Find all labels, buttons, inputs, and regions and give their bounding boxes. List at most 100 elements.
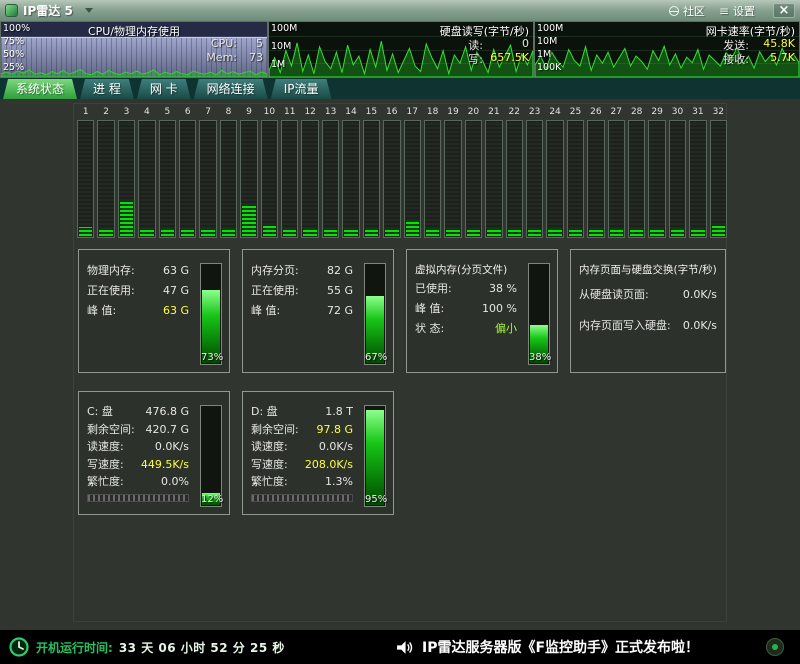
stat-value: 5.7K xyxy=(749,51,795,67)
close-button[interactable]: × xyxy=(773,3,795,18)
disk-write-readout: 写: 657.5K xyxy=(468,51,529,67)
cpu-core-10: 10 xyxy=(261,107,278,238)
busy-meter xyxy=(251,494,353,502)
tab-nic[interactable]: 网 卡 xyxy=(137,79,191,99)
core-number: 21 xyxy=(488,107,499,120)
core-usage-bar xyxy=(485,120,502,238)
cpu-core-29: 29 xyxy=(648,107,665,238)
stat-row: 剩余空间:97.8 G xyxy=(251,421,353,439)
stat-row: 内存页面写入硬盘:0.0K/s xyxy=(579,310,717,341)
statusbar-right-icon[interactable] xyxy=(766,638,784,656)
core-usage-fill xyxy=(79,227,92,236)
panel-rows: D: 盘1.8 T剩余空间:97.8 G读速度:0.0K/s写速度:208.0K… xyxy=(251,403,353,502)
stat-value: 0.0K/s xyxy=(683,279,717,310)
stat-value: 0.0K/s xyxy=(319,438,353,456)
uptime-readout: 开机运行时间: 33 天 06 小时 52 分 25 秒 xyxy=(8,630,285,664)
core-number: 8 xyxy=(226,107,232,120)
core-usage-fill xyxy=(610,228,623,236)
physical-memory-panel: 物理内存:63 G正在使用:47 G峰 值:63 G73% xyxy=(78,249,230,373)
stat-row: 物理内存:63 G xyxy=(87,261,189,281)
cpu-core-25: 25 xyxy=(567,107,584,238)
stat-label: 峰 值: xyxy=(87,301,116,321)
stat-label: Mem: xyxy=(206,51,237,64)
core-number: 17 xyxy=(406,107,417,120)
stat-label: 接收: xyxy=(723,51,749,67)
virtual-memory-panel: 虚拟内存(分页文件)已使用:38 %峰 值:100 %状 态:偏小38% xyxy=(406,249,558,373)
core-number: 3 xyxy=(124,107,130,120)
core-usage-fill xyxy=(508,229,521,236)
scale-label: 75% xyxy=(3,36,24,47)
cpu-usage-readout: CPU: 5 xyxy=(211,37,263,50)
core-usage-fill xyxy=(712,226,725,236)
core-number: 19 xyxy=(447,107,458,120)
tab-ip-traffic[interactable]: IP流量 xyxy=(271,79,332,99)
core-usage-fill xyxy=(324,229,337,236)
core-number: 11 xyxy=(284,107,295,120)
cpu-core-bars: 1234567891011121314151617181920212223242… xyxy=(77,107,727,238)
core-number: 7 xyxy=(205,107,211,120)
core-usage-bar xyxy=(301,120,318,238)
stat-value: 偏小 xyxy=(495,319,517,339)
cpu-core-21: 21 xyxy=(485,107,502,238)
speaker-icon xyxy=(396,639,413,656)
core-usage-bar xyxy=(199,120,216,238)
usage-bar: 38% xyxy=(528,263,550,365)
core-usage-bar xyxy=(404,120,421,238)
core-usage-bar xyxy=(118,120,135,238)
tab-connections[interactable]: 网络连接 xyxy=(194,79,268,99)
stat-value: 420.7 G xyxy=(145,421,189,439)
stat-row: 正在使用:55 G xyxy=(251,281,353,301)
core-usage-fill xyxy=(589,229,602,236)
cpu-core-13: 13 xyxy=(322,107,339,238)
core-number: 13 xyxy=(325,107,336,120)
usage-percent: 67% xyxy=(365,352,385,363)
core-usage-fill xyxy=(650,229,663,236)
core-usage-bar xyxy=(648,120,665,238)
stat-row: 峰 值:72 G xyxy=(251,301,353,321)
window-title: IP雷达 5 xyxy=(23,2,73,19)
cpu-core-31: 31 xyxy=(689,107,706,238)
stat-label: 峰 值: xyxy=(251,301,280,321)
stat-row: 读速度:0.0K/s xyxy=(251,438,353,456)
cpu-core-7: 7 xyxy=(199,107,216,238)
announcement[interactable]: IP雷达服务器版《F监控助手》正式发布啦！ xyxy=(396,630,699,664)
core-usage-fill xyxy=(528,229,541,236)
scale-label: 100% xyxy=(3,23,30,34)
stat-value: 97.8 G xyxy=(316,421,353,439)
core-number: 27 xyxy=(611,107,622,120)
core-number: 31 xyxy=(692,107,703,120)
stat-label: 写速度: xyxy=(87,456,124,474)
stat-value: 5 xyxy=(237,37,263,50)
usage-bar: 73% xyxy=(200,263,222,365)
settings-button[interactable]: ≡ 设置 xyxy=(719,3,755,19)
uptime-label: 开机运行时间: xyxy=(36,639,113,656)
stat-row: 剩余空间: 420.7 G xyxy=(87,421,189,439)
stat-value: 657.5K xyxy=(483,51,529,67)
core-usage-fill xyxy=(406,220,419,236)
tab-processes[interactable]: 进 程 xyxy=(80,79,134,99)
cpu-core-11: 11 xyxy=(281,107,298,238)
core-usage-bar xyxy=(567,120,584,238)
stat-label: 剩余空间: xyxy=(87,421,135,439)
panel-rows: 物理内存:63 G正在使用:47 G峰 值:63 G xyxy=(87,261,189,321)
stat-row: 写速度:449.5K/s xyxy=(87,456,189,474)
community-button[interactable]: 社区 xyxy=(669,3,705,19)
tab-bar: 系统状态进 程网 卡网络连接IP流量 xyxy=(0,78,800,99)
cpu-core-26: 26 xyxy=(587,107,604,238)
status-bar: 开机运行时间: 33 天 06 小时 52 分 25 秒 IP雷达服务器版《F监… xyxy=(0,630,800,664)
core-usage-fill xyxy=(671,228,684,236)
announcement-text: IP雷达服务器版《F监控助手》正式发布啦！ xyxy=(422,637,699,657)
core-usage-bar xyxy=(444,120,461,238)
stat-label: 写: xyxy=(468,51,483,67)
menu-arrow-icon[interactable] xyxy=(85,8,93,13)
scale-label: 1M xyxy=(271,59,285,70)
cpu-core-12: 12 xyxy=(301,107,318,238)
stat-value: 63 G xyxy=(163,301,189,321)
core-number: 10 xyxy=(264,107,275,120)
panel-rows: 内存分页: 82 G正在使用:55 G峰 值:72 G xyxy=(251,261,353,321)
core-usage-fill xyxy=(487,228,500,236)
stat-label: 内存分页: xyxy=(251,261,299,281)
monitor-title: CPU/物理内存使用 xyxy=(88,23,180,39)
tab-system-status[interactable]: 系统状态 xyxy=(3,79,77,99)
stat-value: 82 G xyxy=(327,261,353,281)
